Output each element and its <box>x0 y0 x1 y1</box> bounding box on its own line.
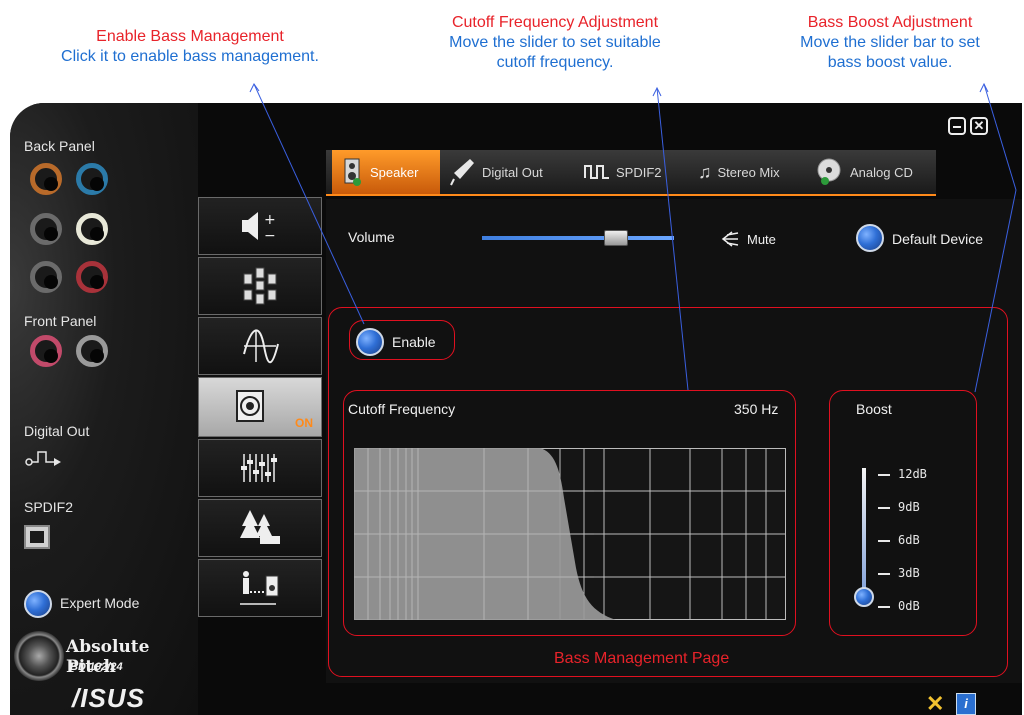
annotation-pointers <box>249 82 1017 393</box>
